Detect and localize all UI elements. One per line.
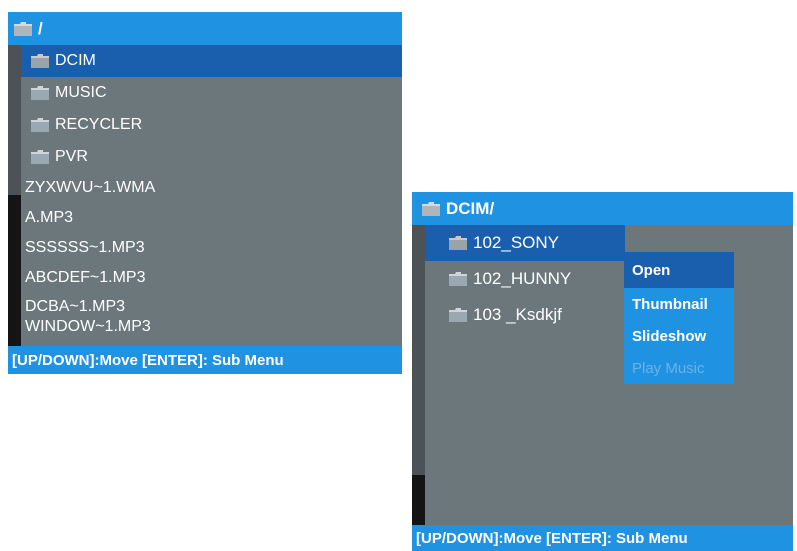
menu-item-play-music: Play Music [624, 352, 734, 384]
folder-label: 103 _Ksdkjf [473, 305, 562, 324]
folder-label: MUSIC [55, 84, 107, 101]
help-text: [UP/DOWN]:Move [ENTER]: Sub Menu [416, 529, 688, 547]
scrollbar-thumb[interactable] [8, 195, 21, 346]
file-list: DCIM MUSIC RECYCLER PVR ZYXWVU~1.WMA A.M… [21, 45, 402, 337]
dcim-file-browser: DCIM/ 102_SONY 102_HUNNY 103 _Ksdkjf Ope… [412, 192, 793, 551]
folder-item-102-hunny[interactable]: 102_HUNNY [425, 261, 793, 297]
folder-icon [14, 21, 32, 36]
folder-item-music[interactable]: MUSIC [21, 77, 402, 109]
help-text: [UP/DOWN]:Move [ENTER]: Sub Menu [12, 351, 284, 369]
help-footer: [UP/DOWN]:Move [ENTER]: Sub Menu [412, 525, 793, 551]
file-list: 102_SONY 102_HUNNY 103 _Ksdkjf [425, 225, 793, 333]
folder-item-dcim[interactable]: DCIM [21, 45, 402, 77]
folder-icon [449, 272, 467, 286]
path-header: / [8, 12, 402, 45]
path-header: DCIM/ [412, 192, 793, 225]
folder-icon [449, 308, 467, 322]
folder-label: PVR [55, 148, 88, 165]
folder-icon [31, 86, 49, 100]
folder-icon [449, 236, 467, 250]
folder-icon [31, 118, 49, 132]
root-file-browser: / DCIM MUSIC RECYCLER PVR ZYXWVU~1.WMA A… [8, 12, 402, 374]
file-label: DCBA~1.MP3 [25, 298, 126, 315]
path-label: DCIM/ [446, 198, 495, 218]
menu-item-slideshow[interactable]: Slideshow [624, 320, 734, 352]
menu-label: Open [632, 261, 671, 279]
context-menu: Open Thumbnail Slideshow Play Music [624, 252, 734, 384]
menu-item-thumbnail[interactable]: Thumbnail [624, 288, 734, 320]
scrollbar-thumb[interactable] [412, 475, 425, 525]
folder-icon [31, 150, 49, 164]
folder-icon [422, 201, 440, 216]
file-item[interactable]: DCBA~1.MP3 [21, 297, 402, 317]
folder-item-103-ksdkjf[interactable]: 103 _Ksdkjf [425, 297, 793, 333]
file-item[interactable]: ZYXWVU~1.WMA [21, 173, 402, 203]
folder-item-pvr[interactable]: PVR [21, 141, 402, 173]
scrollbar-track[interactable] [8, 45, 21, 346]
help-footer: [UP/DOWN]:Move [ENTER]: Sub Menu [8, 346, 402, 374]
folder-item-recycler[interactable]: RECYCLER [21, 109, 402, 141]
folder-label: 102_SONY [473, 233, 559, 252]
menu-label: Thumbnail [632, 295, 708, 313]
file-label: ZYXWVU~1.WMA [25, 179, 156, 196]
scrollbar-track[interactable] [412, 225, 425, 525]
menu-label: Play Music [632, 359, 705, 377]
folder-item-102-sony[interactable]: 102_SONY [425, 225, 625, 261]
file-label: SSSSSS~1.MP3 [25, 239, 145, 256]
file-label: ABCDEF~1.MP3 [25, 269, 146, 286]
file-item[interactable]: SSSSSS~1.MP3 [21, 233, 402, 263]
folder-label: RECYCLER [55, 116, 143, 133]
folder-icon [31, 54, 49, 68]
file-item[interactable]: A.MP3 [21, 203, 402, 233]
folder-label: DCIM [55, 52, 96, 69]
folder-label: 102_HUNNY [473, 269, 572, 288]
file-label: WINDOW~1.MP3 [25, 318, 151, 335]
menu-item-open[interactable]: Open [624, 252, 734, 288]
menu-label: Slideshow [632, 327, 707, 345]
file-label: A.MP3 [25, 209, 74, 226]
file-item[interactable]: ABCDEF~1.MP3 [21, 263, 402, 293]
file-item[interactable]: WINDOW~1.MP3 [21, 317, 402, 337]
path-label: / [38, 18, 43, 38]
